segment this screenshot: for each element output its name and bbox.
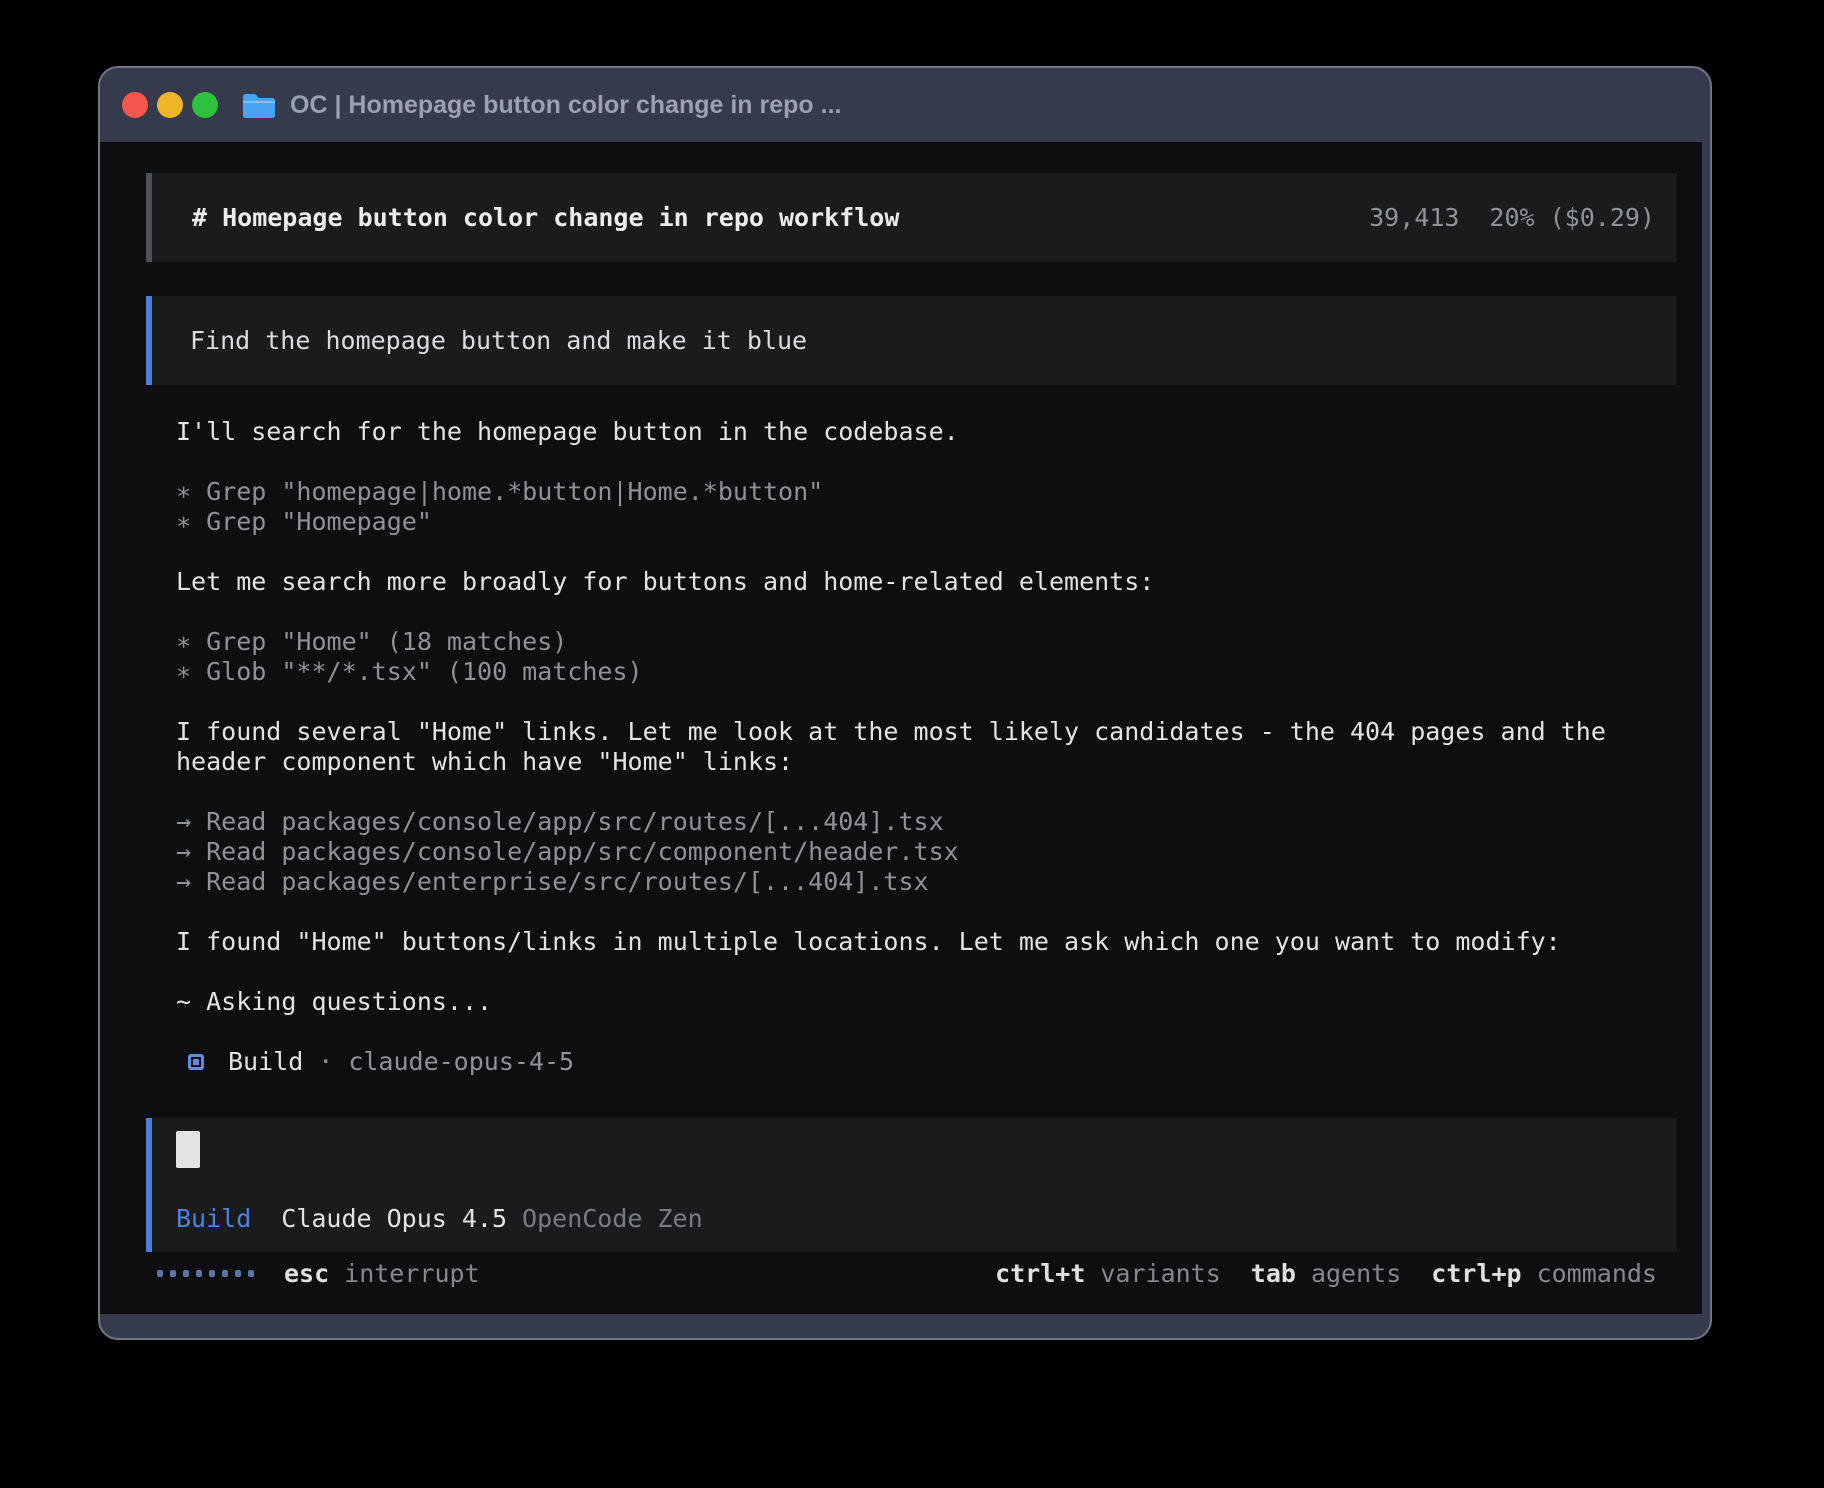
shortcut-key: ctrl+p: [1431, 1259, 1521, 1288]
assistant-paragraph: Let me search more broadly for buttons a…: [176, 567, 1664, 597]
provider-name: OpenCode Zen: [522, 1204, 703, 1234]
agent-square-icon: [188, 1054, 204, 1070]
tool-call-grep: ∗ Grep "homepage|home.*button|Home.*butt…: [176, 477, 1664, 507]
shortcut-key: tab: [1251, 1259, 1296, 1288]
spinner-dot: [248, 1270, 254, 1277]
tool-call-group: ∗ Grep "homepage|home.*button|Home.*butt…: [176, 477, 1664, 537]
tool-call-read: → Read packages/console/app/src/routes/[…: [176, 807, 1664, 837]
shortcut-key: ctrl+t: [995, 1259, 1085, 1288]
text-cursor: [176, 1131, 200, 1168]
agent-name: Build: [228, 1047, 303, 1077]
tool-call-grep: ∗ Grep "Homepage": [176, 507, 1664, 537]
user-message: Find the homepage button and make it blu…: [146, 296, 1677, 385]
spinner-dot: [183, 1270, 189, 1277]
session-header: # Homepage button color change in repo w…: [146, 173, 1677, 262]
mode-label[interactable]: Build: [176, 1204, 251, 1234]
terminal-content: # Homepage button color change in repo w…: [100, 142, 1702, 1314]
prompt-input[interactable]: Build Claude Opus 4.5 OpenCode Zen: [146, 1118, 1677, 1252]
folder-icon: [242, 92, 276, 119]
tool-call-grep: ∗ Grep "Home" (18 matches): [176, 627, 1664, 657]
user-message-text: Find the homepage button and make it blu…: [190, 326, 807, 355]
shortcut-label: commands: [1537, 1259, 1657, 1288]
titlebar[interactable]: OC | Homepage button color change in rep…: [100, 68, 1710, 142]
agent-line: Build · claude-opus-4-5: [188, 1047, 1664, 1077]
shortcut-label: interrupt: [344, 1259, 479, 1288]
spinner-dot: [222, 1270, 228, 1277]
status-left: esc interrupt: [157, 1259, 480, 1288]
close-button[interactable]: [122, 92, 148, 118]
tool-call-group: → Read packages/console/app/src/routes/[…: [176, 807, 1664, 897]
shortcut-label: variants: [1100, 1259, 1220, 1288]
minimize-button[interactable]: [157, 92, 183, 118]
assistant-paragraph: I found several "Home" links. Let me loo…: [176, 717, 1664, 777]
window-title: OC | Homepage button color change in rep…: [290, 91, 841, 120]
spinner-dots: [157, 1270, 254, 1277]
spinner-dot: [235, 1270, 241, 1277]
shortcut-variants[interactable]: ctrl+t variants: [995, 1259, 1221, 1288]
tool-call-glob: ∗ Glob "**/*.tsx" (100 matches): [176, 657, 1664, 687]
spinner-dot: [157, 1270, 163, 1277]
zoom-button[interactable]: [192, 92, 218, 118]
traffic-lights: [122, 92, 218, 118]
shortcut-interrupt[interactable]: esc interrupt: [284, 1259, 480, 1288]
terminal-window: OC | Homepage button color change in rep…: [98, 66, 1712, 1340]
assistant-paragraph: I found "Home" buttons/links in multiple…: [176, 927, 1664, 957]
spinner-dot: [196, 1270, 202, 1277]
session-stats: 39,413 20% ($0.29): [1369, 203, 1655, 232]
tool-call-read: → Read packages/console/app/src/componen…: [176, 837, 1664, 867]
session-title: # Homepage button color change in repo w…: [192, 203, 899, 232]
model-row: Build Claude Opus 4.5 OpenCode Zen: [176, 1204, 1677, 1234]
spinner-dot: [170, 1270, 176, 1277]
tool-call-group: ∗ Grep "Home" (18 matches) ∗ Glob "**/*.…: [176, 627, 1664, 687]
shortcut-label: agents: [1311, 1259, 1401, 1288]
shortcut-commands[interactable]: ctrl+p commands: [1431, 1259, 1657, 1288]
model-name[interactable]: Claude Opus 4.5: [281, 1204, 507, 1234]
status-right: ctrl+t variants tab agents ctrl+p comman…: [995, 1259, 1657, 1288]
shortcut-agents[interactable]: tab agents: [1251, 1259, 1401, 1288]
spinner-dot: [209, 1270, 215, 1277]
status-bar: esc interrupt ctrl+t variants tab agents…: [157, 1258, 1657, 1288]
working-status: ~ Asking questions...: [176, 987, 1664, 1017]
context-usage: 20% ($0.29): [1489, 203, 1655, 232]
tool-call-read: → Read packages/enterprise/src/routes/[.…: [176, 867, 1664, 897]
agent-separator: ·: [318, 1047, 333, 1077]
agent-model: claude-opus-4-5: [348, 1047, 574, 1077]
shortcut-key: esc: [284, 1259, 329, 1288]
token-count: 39,413: [1369, 203, 1459, 232]
conversation: I'll search for the homepage button in t…: [176, 417, 1664, 1107]
assistant-paragraph: I'll search for the homepage button in t…: [176, 417, 1664, 447]
